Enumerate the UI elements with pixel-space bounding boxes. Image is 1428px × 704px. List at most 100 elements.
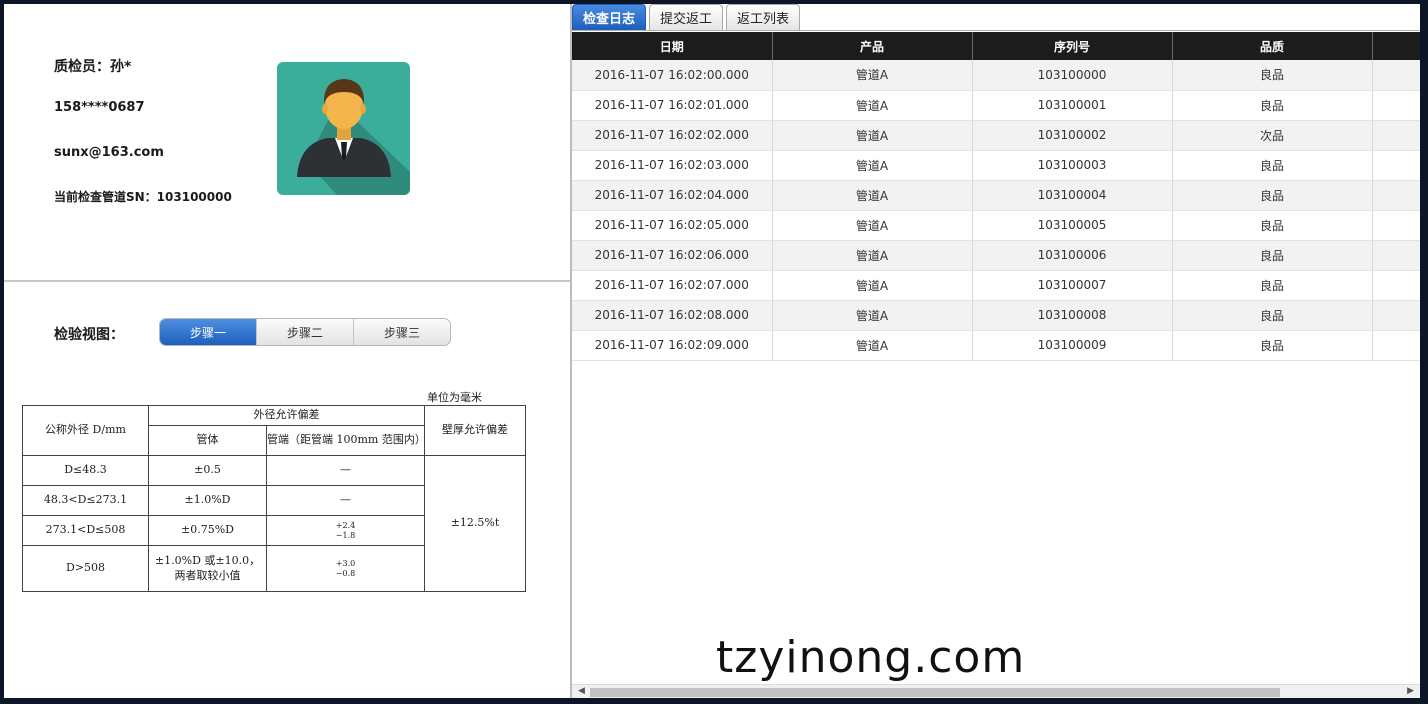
header-wall-tolerance: 壁厚允许偏差: [424, 405, 526, 456]
cell-extra: [1372, 240, 1420, 271]
cell-serial: 103100004: [972, 180, 1173, 211]
cell-extra: [1372, 270, 1420, 301]
spec-end-tolerance: +3.0 −0.8: [266, 545, 425, 592]
tab-rework-list[interactable]: 返工列表: [726, 4, 801, 30]
end-tolerance-plus: +3.0: [335, 558, 356, 568]
cell-date: 2016-11-07 16:02:05.000: [572, 210, 773, 241]
cell-date: 2016-11-07 16:02:03.000: [572, 150, 773, 181]
cell-serial: 103100001: [972, 90, 1173, 121]
cell-quality: 良品: [1172, 180, 1373, 211]
spec-range: D≤48.3: [22, 455, 149, 486]
cell-quality: 良品: [1172, 330, 1373, 361]
column-header-extra: [1372, 32, 1420, 60]
tab-submit-rework[interactable]: 提交返工: [649, 4, 724, 30]
arrow-right-icon[interactable]: ▶: [1407, 686, 1414, 696]
cell-product: 管道A: [772, 240, 973, 271]
cell-serial: 103100008: [972, 300, 1173, 331]
cell-date: 2016-11-07 16:02:04.000: [572, 180, 773, 211]
table-row[interactable]: 2016-11-07 16:02:04.000 管道A 103100004 良品: [572, 180, 1420, 211]
inspection-view-label: 检验视图：: [54, 327, 124, 343]
unit-note: 单位为毫米: [427, 391, 482, 404]
cell-quality: 良品: [1172, 150, 1373, 181]
spec-wall-tolerance: ±12.5%t: [424, 455, 526, 592]
cell-serial: 103100006: [972, 240, 1173, 271]
spec-body-tolerance: ±0.5: [148, 455, 267, 486]
spec-end-tolerance: +2.4 −1.8: [266, 515, 425, 546]
cell-serial: 103100002: [972, 120, 1173, 151]
spec-body-tolerance: ±1.0%D: [148, 485, 267, 516]
end-tolerance-plus: +2.4: [335, 520, 356, 530]
cell-quality: 良品: [1172, 60, 1373, 91]
inspector-card: 质检员：孙* 158****0687 sunx@163.com 当前检查管道SN…: [4, 4, 570, 280]
step-three-button[interactable]: 步骤三: [354, 319, 450, 345]
cell-product: 管道A: [772, 330, 973, 361]
inspection-log-grid: 日期 产品 序列号 品质 2016-11-07 16:02:00.000 管道A 1…: [572, 32, 1420, 361]
cell-date: 2016-11-07 16:02:08.000: [572, 300, 773, 331]
cell-product: 管道A: [772, 210, 973, 241]
table-row[interactable]: 2016-11-07 16:02:01.000 管道A 103100001 良品: [572, 90, 1420, 121]
step-switcher: 步骤一 步骤二 步骤三: [159, 318, 451, 346]
spec-range: D>508: [22, 545, 149, 592]
spec-range: 273.1<D≤508: [22, 515, 149, 546]
tab-inspection-log[interactable]: 检查日志: [572, 4, 647, 30]
column-header-date[interactable]: 日期: [572, 32, 773, 60]
cell-extra: [1372, 300, 1420, 331]
spec-body-tolerance: ±1.0%D 或±10.0，两者取较小值: [148, 545, 267, 592]
right-panel: 检查日志 提交返工 返工列表 日期 产品 序列号 品质 2016-11-07 1…: [572, 4, 1420, 698]
step-one-button[interactable]: 步骤一: [160, 319, 257, 345]
table-row[interactable]: 2016-11-07 16:02:07.000 管道A 103100007 良品: [572, 270, 1420, 301]
table-row[interactable]: 2016-11-07 16:02:06.000 管道A 103100006 良品: [572, 240, 1420, 271]
table-row[interactable]: 2016-11-07 16:02:02.000 管道A 103100002 次品: [572, 120, 1420, 151]
tab-underline: [572, 30, 1420, 31]
spec-end-tolerance: —: [266, 485, 425, 516]
cell-extra: [1372, 150, 1420, 181]
cell-serial: 103100005: [972, 210, 1173, 241]
cell-quality: 次品: [1172, 120, 1373, 151]
cell-product: 管道A: [772, 120, 973, 151]
horizontal-scrollbar[interactable]: ◀ ▶: [572, 684, 1420, 698]
cell-date: 2016-11-07 16:02:00.000: [572, 60, 773, 91]
cell-quality: 良品: [1172, 90, 1373, 121]
table-row[interactable]: 2016-11-07 16:02:00.000 管道A 103100000 良品: [572, 60, 1420, 91]
cell-extra: [1372, 90, 1420, 121]
cell-product: 管道A: [772, 270, 973, 301]
current-pipe-sn: 当前检查管道SN：103100000: [54, 190, 232, 204]
step-two-button[interactable]: 步骤二: [257, 319, 354, 345]
cell-product: 管道A: [772, 60, 973, 91]
log-grid-viewport: 日期 产品 序列号 品质 2016-11-07 16:02:00.000 管道A 1…: [572, 32, 1420, 682]
watermark-text: tzyinong.com: [716, 632, 1026, 683]
table-row[interactable]: 2016-11-07 16:02:05.000 管道A 103100005 良品: [572, 210, 1420, 241]
cell-serial: 103100000: [972, 60, 1173, 91]
cell-extra: [1372, 180, 1420, 211]
header-nominal-diameter: 公称外径 D/mm: [22, 405, 149, 456]
section-divider: [4, 280, 570, 282]
scrollbar-thumb[interactable]: [590, 688, 1280, 697]
cell-date: 2016-11-07 16:02:09.000: [572, 330, 773, 361]
table-row[interactable]: 2016-11-07 16:02:09.000 管道A 103100009 良品: [572, 330, 1420, 361]
cell-extra: [1372, 330, 1420, 361]
businessman-avatar-icon: [277, 62, 410, 195]
left-panel: 质检员：孙* 158****0687 sunx@163.com 当前检查管道SN…: [4, 4, 570, 698]
inspector-email: sunx@163.com: [54, 145, 164, 160]
column-header-serial[interactable]: 序列号: [972, 32, 1173, 60]
cell-product: 管道A: [772, 180, 973, 211]
column-header-product[interactable]: 产品: [772, 32, 973, 60]
column-header-quality[interactable]: 品质: [1172, 32, 1373, 60]
cell-date: 2016-11-07 16:02:01.000: [572, 90, 773, 121]
arrow-left-icon[interactable]: ◀: [578, 686, 585, 696]
spec-end-tolerance: —: [266, 455, 425, 486]
header-od-tolerance: 外径允许偏差: [148, 405, 425, 426]
cell-serial: 103100007: [972, 270, 1173, 301]
cell-product: 管道A: [772, 150, 973, 181]
grid-header-row: 日期 产品 序列号 品质: [572, 32, 1420, 60]
spec-body-tolerance: ±0.75%D: [148, 515, 267, 546]
tolerance-spec-table: 公称外径 D/mm 外径允许偏差 壁厚允许偏差 管体 管端（距管端 100mm …: [22, 405, 526, 592]
cell-extra: [1372, 120, 1420, 151]
cell-product: 管道A: [772, 300, 973, 331]
table-row[interactable]: 2016-11-07 16:02:08.000 管道A 103100008 良品: [572, 300, 1420, 331]
table-row[interactable]: 2016-11-07 16:02:03.000 管道A 103100003 良品: [572, 150, 1420, 181]
cell-quality: 良品: [1172, 240, 1373, 271]
cell-serial: 103100003: [972, 150, 1173, 181]
header-pipe-end: 管端（距管端 100mm 范围内）: [266, 425, 426, 456]
cell-product: 管道A: [772, 90, 973, 121]
